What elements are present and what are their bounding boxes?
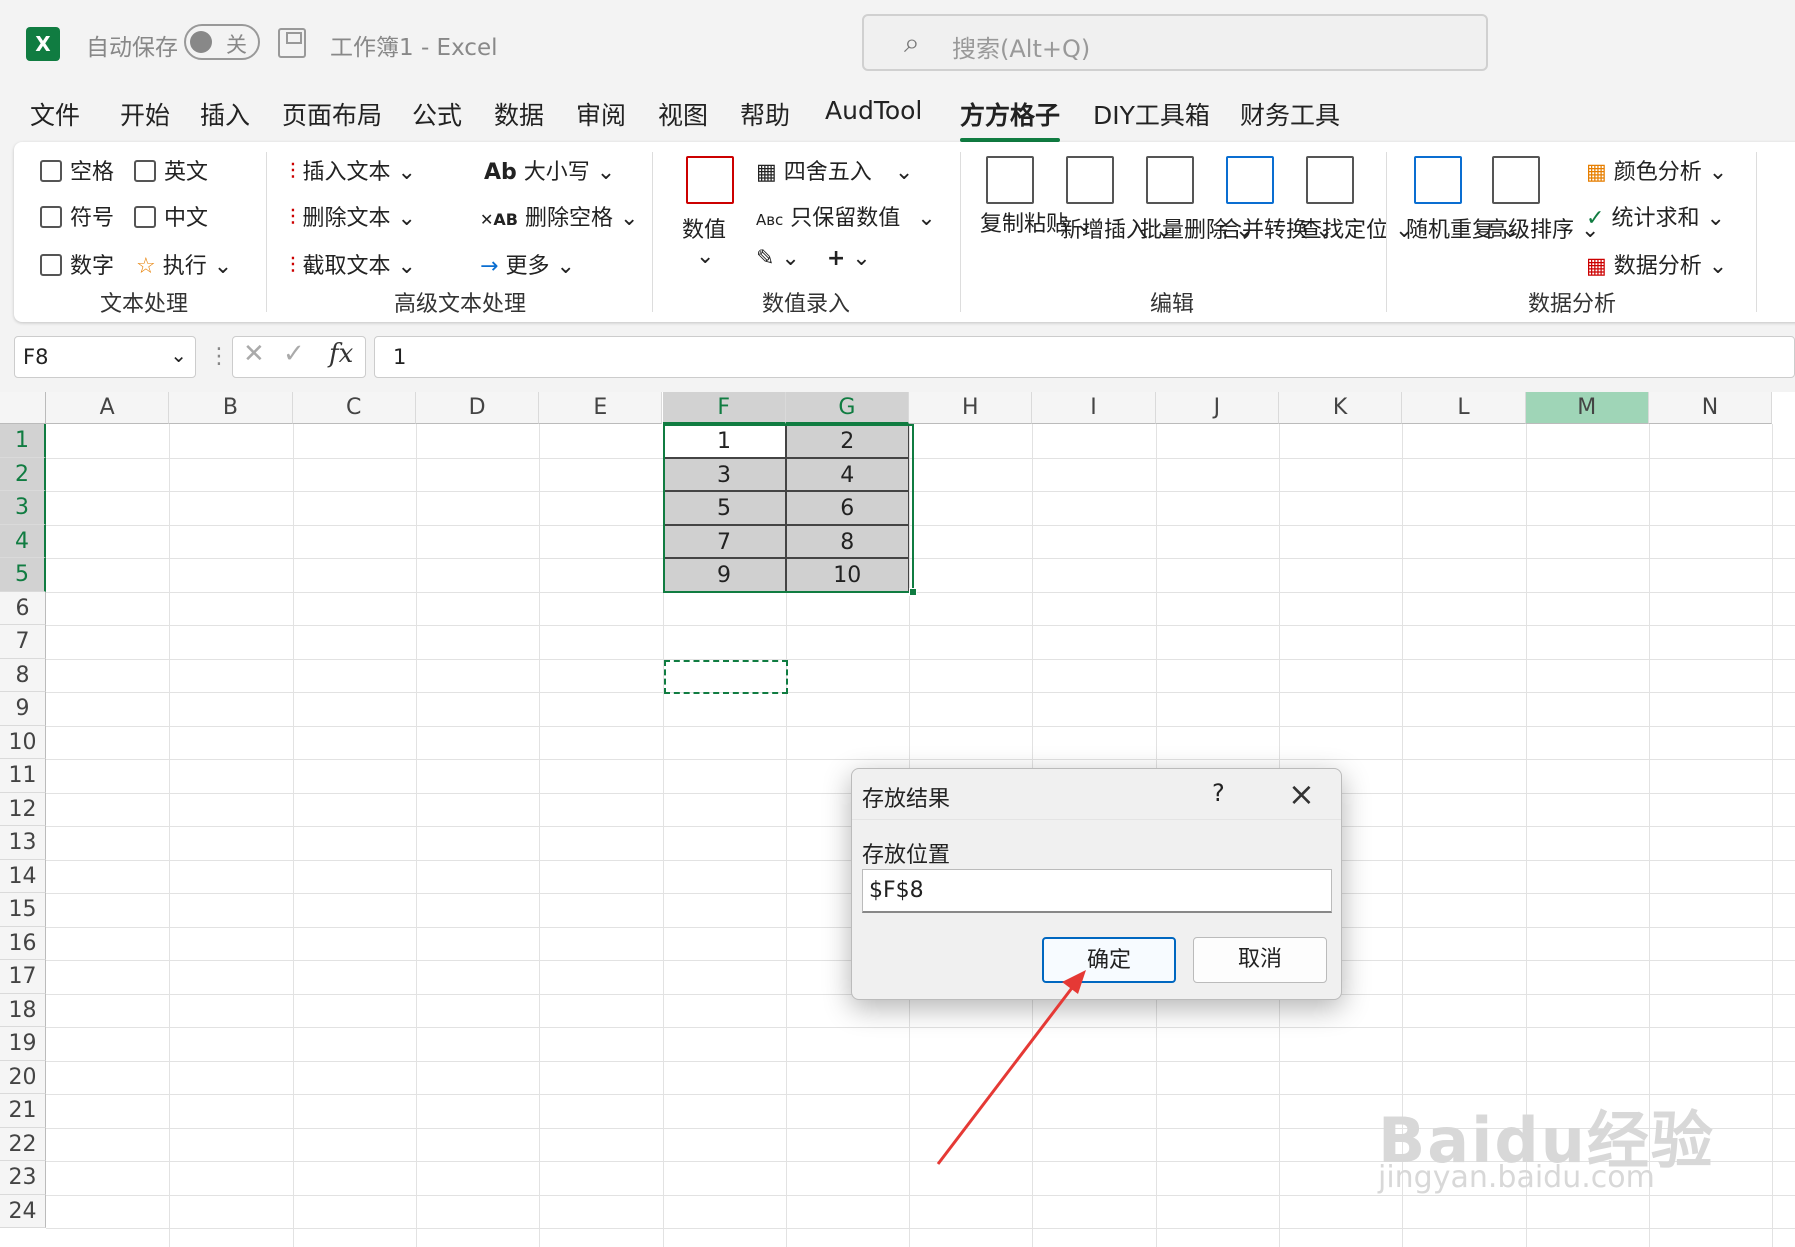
annotation-arrow — [936, 970, 1086, 1165]
baidu-watermark-url: jingyan.baidu.com — [1378, 1160, 1655, 1195]
